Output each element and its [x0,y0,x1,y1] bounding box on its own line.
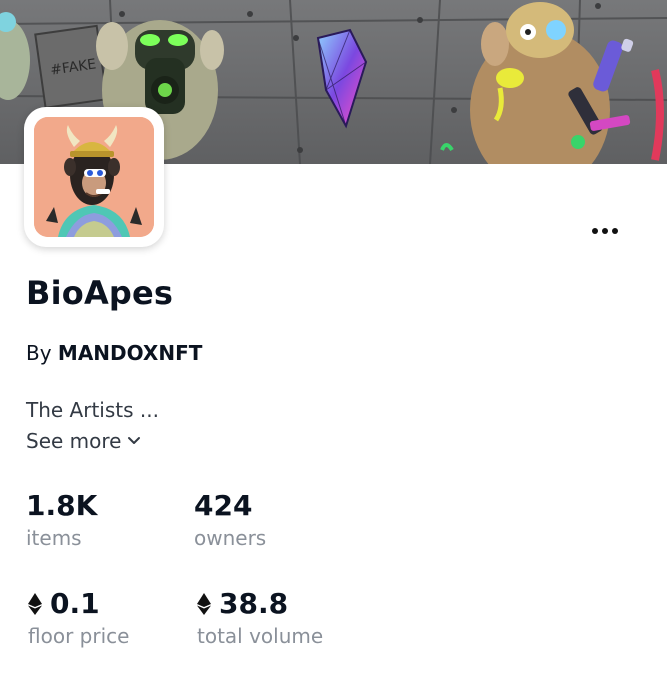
stat-value: 1.8K [26,489,98,522]
collection-avatar[interactable] [24,107,164,247]
ape-avatar-artwork [34,117,154,237]
more-options-icon [592,228,598,234]
avatar-image [34,117,154,237]
stat-label: floor price [28,624,130,648]
stat-value: 0.1 [28,587,129,620]
ethereum-icon [197,592,211,615]
collection-page: #FAKE TREES BioApes By MANDOXNFT The Art… [0,0,667,680]
stat-value: 38.8 [197,587,323,620]
stat-owners: 424 owners [194,489,266,550]
more-options-button[interactable] [582,216,628,246]
stat-floor-price: 0.1 floor price [28,587,129,648]
creator-byline: By MANDOXNFT [26,341,202,365]
more-options-icon-dot [602,228,608,234]
stat-label: total volume [197,624,324,648]
creator-link[interactable]: MANDOXNFT [58,341,202,365]
creator-prefix: By [26,341,52,365]
see-more-button[interactable]: See more [26,429,141,453]
stat-value: 424 [194,489,253,522]
stat-label: owners [194,526,267,550]
see-more-label: See more [26,429,122,453]
stat-total-volume: 38.8 total volume [197,587,323,648]
collection-title: BioApes [26,274,174,312]
ethereum-icon [28,592,42,615]
collection-description: The Artists ... [26,398,159,422]
more-options-icon-dot [612,228,618,234]
stat-items: 1.8K items [26,489,97,550]
stat-label: items [26,526,82,550]
chevron-down-icon [128,437,141,444]
